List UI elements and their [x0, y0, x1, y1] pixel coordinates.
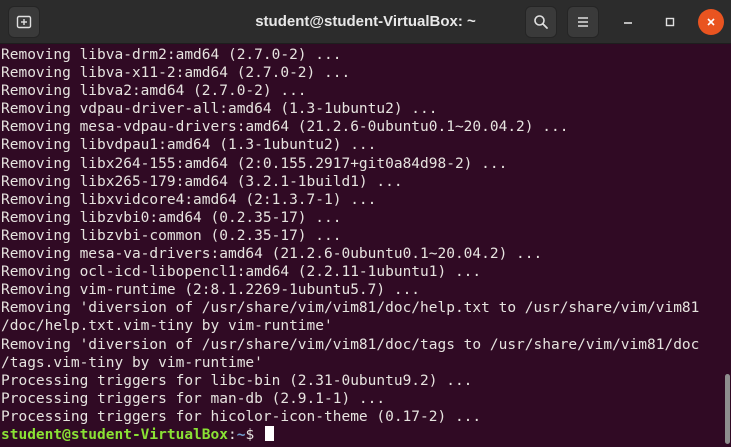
output-line: Removing libxvidcore4:amd64 (2:1.3.7-1) …: [1, 191, 377, 208]
output-line: /tags.vim-tiny by vim-runtime': [1, 354, 263, 371]
output-line: Processing triggers for libc-bin (2.31-0…: [1, 372, 473, 389]
title-bar: student@student-VirtualBox: ~: [0, 0, 731, 44]
output-line: Removing 'diversion of /usr/share/vim/vi…: [1, 336, 700, 353]
maximize-icon: [665, 17, 675, 27]
new-tab-icon: [16, 15, 32, 29]
output-line: Removing ocl-icd-libopencl1:amd64 (2.2.1…: [1, 264, 482, 281]
terminal-window: student@student-VirtualBox: ~ Removing l…: [0, 0, 731, 447]
close-icon: [707, 18, 715, 26]
output-line: Removing libx264-155:amd64 (2:0.155.2917…: [1, 155, 508, 172]
output-line: /doc/help.txt.vim-tiny by vim-runtime': [1, 318, 333, 335]
prompt-user-host: student@student-VirtualBox: [1, 426, 228, 443]
maximize-button[interactable]: [657, 9, 683, 35]
prompt-separator: :: [227, 426, 237, 443]
terminal-lines: Removing libva-drm2:amd64 (2.7.0-2) ... …: [1, 46, 721, 444]
search-button[interactable]: [525, 6, 557, 38]
output-line: Removing vdpau-driver-all:amd64 (1.3-1ub…: [1, 101, 438, 118]
window-title: student@student-VirtualBox: ~: [255, 13, 476, 30]
output-line: Removing libzvbi0:amd64 (0.2.35-17) ...: [1, 209, 342, 226]
prompt-symbol: $: [245, 426, 263, 443]
new-tab-button[interactable]: [8, 6, 40, 38]
text-cursor: [264, 425, 274, 441]
scrollbar-thumb[interactable]: [725, 374, 730, 444]
output-line: Removing 'diversion of /usr/share/vim/vi…: [1, 300, 700, 317]
output-line: Removing mesa-vdpau-drivers:amd64 (21.2.…: [1, 119, 569, 136]
minimize-icon: [624, 22, 632, 24]
minimize-button[interactable]: [615, 9, 641, 35]
menu-button[interactable]: [567, 6, 599, 38]
prompt-line[interactable]: student@student-VirtualBox:~$: [1, 425, 721, 444]
output-line: Removing libvdpau1:amd64 (1.3-1ubuntu2) …: [1, 137, 377, 154]
output-line: Processing triggers for hicolor-icon-the…: [1, 408, 482, 425]
output-line: Processing triggers for man-db (2.9.1-1)…: [1, 390, 386, 407]
output-line: Removing libva-x11-2:amd64 (2.7.0-2) ...: [1, 65, 351, 82]
output-line: Removing vim-runtime (2:8.1.2269-1ubuntu…: [1, 282, 421, 299]
output-line: Removing libva-drm2:amd64 (2.7.0-2) ...: [1, 47, 342, 63]
close-button[interactable]: [698, 9, 724, 35]
output-line: Removing mesa-va-drivers:amd64 (21.2.6-0…: [1, 246, 543, 263]
output-line: Removing libva2:amd64 (2.7.0-2) ...: [1, 83, 307, 100]
hamburger-menu-icon: [578, 17, 588, 27]
search-icon: [534, 15, 548, 29]
terminal-output[interactable]: Removing libva-drm2:amd64 (2.7.0-2) ... …: [0, 44, 731, 447]
output-line: Removing libx265-179:amd64 (3.2.1-1build…: [1, 173, 403, 190]
output-line: Removing libzvbi-common (0.2.35-17) ...: [1, 227, 342, 244]
